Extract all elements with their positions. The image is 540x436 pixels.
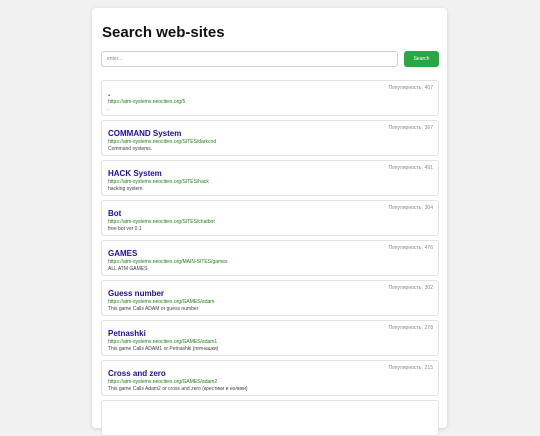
result-description: . bbox=[108, 106, 110, 112]
popularity-value: 278 bbox=[424, 325, 433, 331]
result-description: hacking system. bbox=[108, 186, 144, 192]
result-description: This game Calls ADAM or guess number bbox=[108, 306, 199, 312]
result-item: Cross and zero https://atm-systems.neoci… bbox=[101, 360, 439, 396]
result-item: GAMES https://atm-systems.neocities.org/… bbox=[101, 240, 439, 276]
result-description: ALL ATM GAMES bbox=[108, 266, 148, 272]
page-title: Search web-sites bbox=[102, 24, 225, 41]
result-item: Bot https://atm-systems.neocities.org/SI… bbox=[101, 200, 439, 236]
result-item: Petnashki https://atm-systems.neocities.… bbox=[101, 320, 439, 356]
result-url-link[interactable]: https://atm-systems.neocities.org/MAIN-S… bbox=[108, 259, 432, 266]
search-button[interactable]: Search bbox=[404, 51, 439, 67]
result-title-link[interactable]: Guess number bbox=[108, 289, 432, 299]
popularity-label: Популярность: bbox=[388, 325, 423, 331]
search-input[interactable] bbox=[101, 51, 398, 67]
popularity-label: Популярность: bbox=[388, 85, 423, 91]
popularity-value: 215 bbox=[424, 365, 433, 371]
result-title-link[interactable]: Petnashki bbox=[108, 329, 432, 339]
result-title-link[interactable]: Bot bbox=[108, 209, 432, 219]
result-item: Guess number https://atm-systems.neociti… bbox=[101, 280, 439, 316]
result-item: HACK System https://atm-systems.neocitie… bbox=[101, 160, 439, 196]
search-panel: Search web-sites Search . https://atm-sy… bbox=[92, 8, 447, 436]
result-url-link[interactable]: https://atm-systems.neocities.org/5 bbox=[108, 99, 432, 106]
popularity-count: Популярность: 302 bbox=[388, 285, 433, 291]
popularity-count: Популярность: 407 bbox=[388, 85, 433, 91]
popularity-value: 407 bbox=[424, 85, 433, 91]
result-title-link[interactable]: . bbox=[108, 89, 432, 99]
popularity-count: Популярность: 491 bbox=[388, 165, 433, 171]
result-url-link[interactable]: https://atm-systems.neocities.org/GAMES/… bbox=[108, 299, 432, 306]
popularity-count: Популярность: 304 bbox=[388, 205, 433, 211]
result-title-link[interactable]: GAMES bbox=[108, 249, 432, 259]
popularity-label: Популярность: bbox=[388, 285, 423, 291]
popularity-label: Популярность: bbox=[388, 365, 423, 371]
popularity-value: 476 bbox=[424, 245, 433, 251]
popularity-label: Популярность: bbox=[388, 125, 423, 131]
result-description: free bot ver 0.1 bbox=[108, 226, 142, 232]
popularity-label: Популярность: bbox=[388, 165, 423, 171]
result-description: Command systems. bbox=[108, 146, 153, 152]
popularity-count: Популярность: 476 bbox=[388, 245, 433, 251]
popularity-value: 304 bbox=[424, 205, 433, 211]
result-description: This game Calls ADAM1 or Petnashki (пятн… bbox=[108, 346, 219, 352]
result-title-link[interactable]: HACK System bbox=[108, 169, 432, 179]
result-url-link[interactable]: https://atm-systems.neocities.org/GAMES/… bbox=[108, 379, 432, 386]
result-url-link[interactable]: https://atm-systems.neocities.org/GAMES/… bbox=[108, 339, 432, 346]
result-title-link[interactable]: COMMAND System bbox=[108, 129, 432, 139]
result-url-link[interactable]: https://atm-systems.neocities.org/SITES/… bbox=[108, 219, 432, 226]
popularity-value: 302 bbox=[424, 285, 433, 291]
result-description: This game Calls Adam2 or cross and zero … bbox=[108, 386, 248, 392]
result-item: COMMAND System https://atm-systems.neoci… bbox=[101, 120, 439, 156]
results-list: . https://atm-systems.neocities.org/5 . … bbox=[101, 80, 439, 436]
result-url-link[interactable]: https://atm-systems.neocities.org/SITES/… bbox=[108, 179, 432, 186]
result-url-link[interactable]: https://atm-systems.neocities.org/SITES/… bbox=[108, 139, 432, 146]
popularity-value: 367 bbox=[424, 125, 433, 131]
popularity-count: Популярность: 367 bbox=[388, 125, 433, 131]
popularity-count: Популярность: 278 bbox=[388, 325, 433, 331]
result-title-link[interactable] bbox=[108, 409, 432, 419]
popularity-count: Популярность: 215 bbox=[388, 365, 433, 371]
result-item: . https://atm-systems.neocities.org/5 . … bbox=[101, 80, 439, 116]
popularity-label: Популярность: bbox=[388, 245, 423, 251]
popularity-value: 491 bbox=[424, 165, 433, 171]
result-title-link[interactable]: Cross and zero bbox=[108, 369, 432, 379]
popularity-label: Популярность: bbox=[388, 205, 423, 211]
search-bar: Search bbox=[101, 51, 439, 67]
result-item bbox=[101, 400, 439, 436]
